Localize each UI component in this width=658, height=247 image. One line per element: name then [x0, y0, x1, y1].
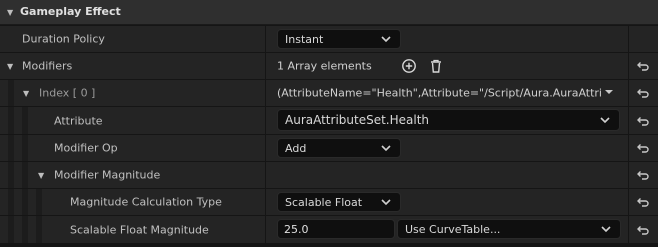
value-cell: 1 Array elements — [266, 53, 628, 79]
add-element-icon[interactable] — [401, 58, 417, 74]
modifiers-label: Modifiers — [22, 59, 73, 73]
name-cell: Modifier Op — [0, 135, 265, 161]
calc-type-value: Scalable Float — [285, 196, 363, 209]
value-cell: (AttributeName="Health",Attribute="/Scri… — [266, 80, 628, 106]
scalable-float-label: Scalable Float Magnitude — [70, 223, 209, 236]
reset-to-default-icon[interactable] — [636, 114, 650, 128]
indent-guide — [8, 107, 14, 134]
scalable-float-value: 25.0 — [284, 223, 309, 236]
modifiers-count: 1 Array elements — [277, 59, 372, 73]
name-cell: Duration Policy — [0, 26, 265, 52]
row-modifier-op: Modifier Op Add — [0, 135, 658, 161]
reset-to-default-icon[interactable] — [636, 59, 650, 73]
calc-type-dropdown[interactable]: Scalable Float — [277, 192, 401, 212]
name-cell: Scalable Float Magnitude — [0, 216, 265, 243]
reset-cell — [629, 53, 658, 79]
duration-policy-value: Instant — [285, 33, 324, 46]
attribute-dropdown[interactable]: AuraAttributeSet.Health — [277, 109, 620, 131]
value-cell: 25.0 Use CurveTable... — [266, 216, 628, 243]
indent-guide — [22, 135, 28, 161]
chevron-down-icon — [601, 226, 611, 233]
chevron-down-icon[interactable] — [604, 87, 614, 97]
indent-guide — [8, 80, 14, 106]
category-gameplay-effect[interactable]: ▼ Gameplay Effect — [0, 0, 658, 25]
indent-guide — [22, 107, 28, 134]
row-modifier-magnitude[interactable]: ▼ Modifier Magnitude — [0, 162, 658, 188]
index-summary: (AttributeName="Health",Attribute="/Scri… — [277, 86, 601, 100]
chevron-down-icon — [381, 145, 391, 152]
duration-policy-label: Duration Policy — [22, 32, 105, 46]
value-cell: Instant — [266, 26, 628, 52]
index-label: Index [ 0 ] — [39, 86, 96, 100]
modifier-magnitude-label: Modifier Magnitude — [54, 168, 161, 182]
chevron-down-icon[interactable]: ▼ — [7, 62, 13, 71]
reset-cell — [629, 107, 658, 134]
indent-guide — [36, 189, 42, 215]
modifier-op-value: Add — [285, 142, 307, 155]
name-cell: ▼ Modifier Magnitude — [0, 162, 265, 188]
indent-guide — [8, 189, 14, 215]
chevron-down-icon — [600, 117, 610, 124]
attribute-label: Attribute — [54, 114, 103, 127]
row-scalable-float-magnitude: Scalable Float Magnitude 25.0 Use CurveT… — [0, 216, 658, 243]
calc-type-label: Magnitude Calculation Type — [70, 195, 222, 209]
chevron-down-icon[interactable]: ▼ — [38, 171, 44, 180]
curve-table-dropdown[interactable]: Use CurveTable... — [397, 219, 621, 239]
chevron-down-icon — [381, 36, 391, 43]
category-title: Gameplay Effect — [20, 5, 121, 18]
name-cell: ▼ Index [ 0 ] — [0, 80, 265, 106]
indent-guide — [36, 216, 42, 243]
modifier-op-label: Modifier Op — [54, 141, 118, 155]
row-magnitude-calc-type: Magnitude Calculation Type Scalable Floa… — [0, 189, 658, 215]
chevron-down-icon[interactable]: ▼ — [23, 89, 29, 98]
chevron-down-icon[interactable]: ▼ — [7, 8, 13, 17]
name-cell: Attribute — [0, 107, 265, 134]
row-modifiers[interactable]: ▼ Modifiers 1 Array elements — [0, 53, 658, 79]
reset-cell — [629, 216, 658, 243]
chevron-down-icon — [381, 199, 391, 206]
reset-cell — [629, 80, 658, 106]
reset-to-default-icon[interactable] — [636, 168, 650, 182]
trash-icon[interactable] — [428, 58, 444, 74]
indent-guide — [22, 162, 28, 188]
indent-guide — [22, 189, 28, 215]
name-cell: ▼ Modifiers — [0, 53, 265, 79]
attribute-value: AuraAttributeSet.Health — [285, 113, 430, 127]
curve-table-value: Use CurveTable... — [405, 223, 501, 236]
row-duration-policy: Duration Policy Instant — [0, 26, 658, 52]
indent-guide — [8, 135, 14, 161]
reset-to-default-icon[interactable] — [636, 86, 650, 100]
name-cell: Magnitude Calculation Type — [0, 189, 265, 215]
reset-to-default-icon[interactable] — [636, 223, 650, 237]
modifier-op-dropdown[interactable]: Add — [277, 138, 401, 158]
reset-cell — [629, 189, 658, 215]
indent-guide — [22, 216, 28, 243]
reset-to-default-icon[interactable] — [636, 141, 650, 155]
row-index-0[interactable]: ▼ Index [ 0 ] (AttributeName="Health",At… — [0, 80, 658, 106]
reset-to-default-icon[interactable] — [636, 195, 650, 209]
value-cell: Add — [266, 135, 628, 161]
value-cell: Scalable Float — [266, 189, 628, 215]
row-attribute: Attribute AuraAttributeSet.Health — [0, 107, 658, 134]
reset-cell — [629, 162, 658, 188]
indent-guide — [8, 216, 14, 243]
duration-policy-dropdown[interactable]: Instant — [277, 29, 401, 49]
reset-cell — [629, 26, 658, 52]
value-cell — [266, 162, 628, 188]
value-cell: AuraAttributeSet.Health — [266, 107, 628, 134]
indent-guide — [8, 162, 14, 188]
reset-cell — [629, 135, 658, 161]
scalable-float-input[interactable]: 25.0 — [277, 219, 395, 239]
